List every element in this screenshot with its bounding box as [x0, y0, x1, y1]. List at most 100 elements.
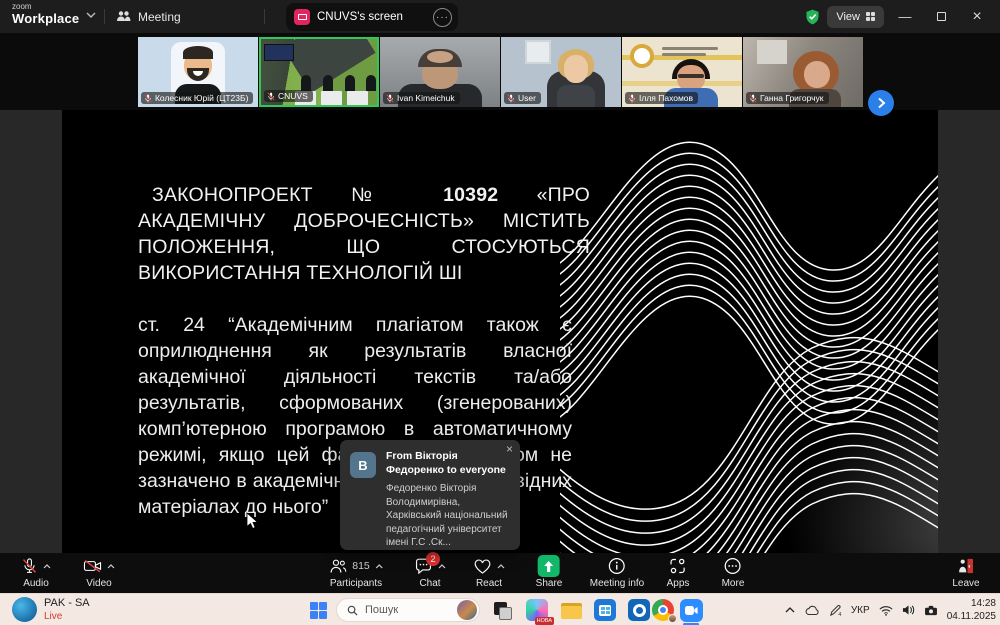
chat-notification-popup[interactable]: × B From Вікторія Федоренко to everyone …	[340, 440, 520, 550]
share-screen-icon	[538, 555, 560, 577]
bing-daily-image-icon[interactable]	[457, 600, 477, 620]
outlook-icon	[628, 599, 650, 621]
maximize-button[interactable]	[926, 4, 956, 30]
video-tile-user[interactable]: User	[501, 37, 621, 107]
chat-options-chevron-icon[interactable]	[438, 564, 446, 569]
react-options-chevron-icon[interactable]	[497, 564, 505, 569]
next-page-videos-button[interactable]	[868, 90, 894, 116]
task-view-button[interactable]	[492, 599, 515, 622]
zoom-meeting-window: zoom Workplace Meeting CNUVS's screen ··…	[0, 0, 1000, 625]
video-tile-cnuvs-active-speaker[interactable]: CNUVS	[259, 37, 379, 107]
chat-label: Chat	[419, 578, 440, 589]
apps-button[interactable]: Apps	[667, 555, 690, 589]
microsoft-store-button[interactable]	[594, 599, 617, 622]
heart-react-icon	[473, 558, 492, 575]
react-label: React	[476, 578, 502, 589]
leave-label: Leave	[952, 578, 979, 589]
participant-name-tag: Колесник Юрій (ЦТ23Б)	[141, 92, 253, 104]
video-tile-kimeichuk[interactable]: Ivan Kimeichuk	[380, 37, 500, 107]
share-label: Share	[536, 578, 563, 589]
chat-button[interactable]: 2 Chat	[414, 555, 446, 589]
chrome-button[interactable]	[652, 599, 675, 622]
chevron-down-icon[interactable]	[86, 12, 96, 18]
video-options-chevron-icon[interactable]	[107, 564, 115, 569]
muted-mic-icon	[628, 94, 636, 103]
tab-shared-screen[interactable]: CNUVS's screen ···	[286, 3, 458, 31]
zoom-workplace-logo: zoom Workplace	[12, 3, 79, 27]
tab-options-ellipsis-icon[interactable]: ···	[433, 8, 452, 27]
title-bar: zoom Workplace Meeting CNUVS's screen ··…	[0, 0, 1000, 33]
chat-message-preview: Федоренко Вікторія Володимирівна, Харків…	[386, 482, 510, 550]
more-label: More	[722, 578, 745, 589]
zoom-app-button[interactable]	[680, 599, 703, 622]
participant-name-tag: Ганна Григорчук	[746, 92, 829, 104]
file-explorer-button[interactable]	[560, 599, 583, 622]
more-button[interactable]: More	[722, 555, 745, 589]
close-button[interactable]: ×	[962, 4, 992, 30]
video-label: Video	[86, 578, 111, 589]
taskbar-clock[interactable]: 14:28 04.11.2025	[947, 597, 996, 623]
participant-name: User	[518, 93, 536, 103]
video-tile-pakhomov[interactable]: Ілля Пахомов	[622, 37, 742, 107]
participants-options-chevron-icon[interactable]	[375, 564, 383, 569]
participants-count: 815	[352, 560, 370, 572]
date: 04.11.2025	[947, 610, 996, 623]
stopped-video-icon	[83, 558, 102, 574]
logo-zoom-text: zoom	[12, 3, 79, 11]
popup-close-icon[interactable]: ×	[506, 443, 513, 455]
zoom-app-icon	[680, 599, 703, 622]
keyboard-language-indicator[interactable]: УКР	[851, 605, 870, 616]
tray-chevron-up-icon[interactable]	[785, 607, 795, 613]
participant-name-tag: User	[504, 92, 541, 104]
info-icon	[608, 557, 626, 575]
slide-title-bill-number: 10392	[443, 184, 498, 206]
wifi-icon[interactable]	[879, 605, 893, 616]
view-label: View	[836, 11, 860, 23]
participant-name: Ганна Григорчук	[760, 93, 824, 103]
participants-button[interactable]: 815 Participants	[329, 555, 383, 589]
more-ellipsis-icon	[724, 557, 742, 575]
view-button[interactable]: View	[827, 6, 884, 28]
muted-mic-icon	[749, 94, 757, 103]
speaker-icon[interactable]	[902, 604, 915, 616]
participant-name: Колесник Юрій (ЦТ23Б)	[155, 93, 248, 103]
meeting-info-label: Meeting info	[590, 578, 644, 589]
participant-name: CNUVS	[278, 91, 308, 101]
copilot-button[interactable]: НОВА	[526, 599, 549, 622]
security-shield-icon[interactable]	[804, 8, 821, 26]
widget-match-title: PAK - SA	[44, 597, 90, 610]
audio-button[interactable]: Audio	[21, 555, 51, 589]
taskbar-widget-sports[interactable]: PAK - SA Live	[12, 597, 90, 622]
outlook-button[interactable]	[628, 599, 651, 622]
start-button[interactable]	[310, 602, 327, 619]
meeting-people-icon	[116, 10, 131, 23]
taskbar-search[interactable]: Пошук	[336, 598, 480, 622]
tab-meeting[interactable]: Meeting	[116, 0, 181, 33]
react-button[interactable]: React	[473, 555, 505, 589]
video-strip: Колесник Юрій (ЦТ23Б) CNUVS Ivan Kimeich…	[0, 33, 1000, 110]
camera-device-icon[interactable]	[924, 605, 938, 616]
chat-unread-badge: 2	[426, 552, 440, 566]
participant-name: Ілля Пахомов	[639, 93, 693, 103]
widget-live-status: Live	[44, 611, 90, 622]
mouse-cursor	[246, 512, 259, 530]
video-button[interactable]: Video	[83, 555, 115, 589]
pen-input-icon[interactable]: 4	[829, 604, 842, 617]
meeting-info-button[interactable]: Meeting info	[590, 555, 644, 589]
video-tile-hryhorchuk[interactable]: Ганна Григорчук	[743, 37, 863, 107]
onedrive-cloud-icon[interactable]	[804, 605, 820, 616]
audio-label: Audio	[23, 578, 49, 589]
search-placeholder: Пошук	[365, 604, 450, 616]
cricket-widget-icon	[12, 597, 37, 622]
minimize-button[interactable]: —	[890, 4, 920, 30]
audio-options-chevron-icon[interactable]	[43, 564, 51, 569]
share-button[interactable]: Share	[536, 555, 563, 589]
store-icon	[594, 599, 616, 621]
shared-screen-tab-label: CNUVS's screen	[317, 11, 426, 23]
view-grid-icon	[866, 12, 875, 21]
video-tile-kolesnyk[interactable]: Колесник Юрій (ЦТ23Б)	[138, 37, 258, 107]
leave-button[interactable]: Leave	[952, 555, 979, 589]
titlebar-right-controls: View — ×	[804, 0, 1000, 33]
divider	[104, 9, 105, 24]
copilot-new-badge: НОВА	[535, 617, 554, 625]
